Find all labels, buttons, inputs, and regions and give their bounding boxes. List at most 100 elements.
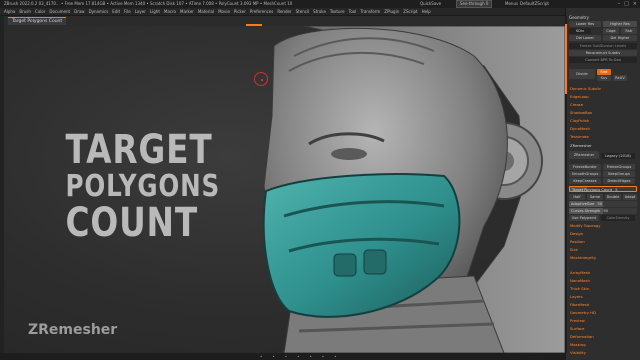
bottom-dot[interactable]: • [285, 353, 287, 360]
adaptive-size-slider[interactable]: AdaptiveSize 50 [569, 201, 637, 207]
menu-brush[interactable]: Brush [19, 8, 31, 15]
reconstruct-subdiv-button[interactable]: Reconstruct Subdiv [569, 50, 637, 56]
canvas-viewport[interactable]: TARGET POLYGONS COUNT ZRemesher [4, 26, 565, 353]
menu-movie[interactable]: Movie [218, 8, 230, 15]
cage-button[interactable]: Cage [603, 28, 619, 34]
menu-edit[interactable]: Edit [112, 8, 120, 15]
geometry-header[interactable]: Geometry [569, 15, 589, 20]
bottom-dot[interactable]: • [322, 353, 324, 360]
dynamic-subdiv-item[interactable]: Dynamic Subdiv [570, 86, 601, 91]
smooth-groups-button[interactable]: SmoothGroups [569, 171, 601, 177]
sdiv-slider[interactable]: SDiv [569, 28, 591, 34]
position-item[interactable]: Position [570, 239, 585, 244]
menu-dynamics[interactable]: Dynamics [89, 8, 109, 15]
zremesher-header[interactable]: ZRemesher [570, 143, 592, 148]
higher-res-button[interactable]: Higher Res [603, 21, 637, 27]
shadowbox-item[interactable]: ShadowBox [570, 110, 592, 115]
reuv-toggle[interactable]: ReUV [613, 75, 627, 81]
menu-texture[interactable]: Texture [330, 8, 345, 15]
double-button[interactable]: Double [605, 194, 621, 200]
title-line-1: TARGET [65, 127, 213, 173]
menu-transform[interactable]: Transform [360, 8, 380, 15]
close-icon[interactable]: × [633, 0, 637, 8]
menu-tool[interactable]: Tool [349, 8, 357, 15]
menu-alpha[interactable]: Alpha [4, 8, 15, 15]
menu-draw[interactable]: Draw [74, 8, 84, 15]
bottom-dot[interactable]: • [309, 353, 311, 360]
rstr-button[interactable]: Rstr [621, 28, 637, 34]
default-zscript-button[interactable]: DefaultZScript [520, 0, 549, 8]
menu-document[interactable]: Document [49, 8, 70, 15]
del-higher-button[interactable]: Del Higher [603, 35, 637, 41]
modify-topology-item[interactable]: Modify Topology [570, 223, 601, 228]
same-button[interactable]: Same [587, 194, 603, 200]
dynamesh-item[interactable]: DynaMesh [570, 126, 590, 131]
use-polypaint-button[interactable]: Use Polypaint [569, 215, 599, 221]
size-item[interactable]: Size [570, 247, 578, 252]
menu-color[interactable]: Color [35, 8, 45, 15]
del-lower-button[interactable]: Del Lower [569, 35, 601, 41]
detect-edges-button[interactable]: DetectEdges [603, 178, 635, 184]
surface-item[interactable]: Surface [570, 326, 584, 331]
adapt-button[interactable]: Adapt [623, 194, 637, 200]
menu-help[interactable]: Help [422, 8, 431, 15]
convert-bpr-button[interactable]: Convert BPR To Geo [569, 57, 637, 63]
bottom-dot[interactable]: • [297, 353, 299, 360]
menu-stencil[interactable]: Stencil [296, 8, 310, 15]
design-item[interactable]: Design [570, 231, 583, 236]
color-density-slider[interactable]: ColorDensity [601, 215, 635, 221]
freeze-border-button[interactable]: FreezeBorder [569, 164, 601, 170]
keep-groups-button[interactable]: KeepGroups [603, 171, 635, 177]
half-button[interactable]: Half [569, 194, 585, 200]
scrollbar-thumb[interactable] [565, 24, 567, 94]
menu-marker[interactable]: Marker [180, 8, 194, 15]
preview-item[interactable]: Preview [570, 318, 585, 323]
tessimate-item[interactable]: Tessimate [570, 134, 589, 139]
minimize-icon[interactable]: – [618, 0, 621, 8]
arraymesh-item[interactable]: ArrayMesh [570, 270, 590, 275]
menu-file[interactable]: File [124, 8, 131, 15]
layers-item[interactable]: Layers [570, 294, 583, 299]
menu-zplugin[interactable]: ZPlugin [384, 8, 399, 15]
bottom-dot[interactable]: • [272, 353, 274, 360]
deformation-item[interactable]: Deformation [570, 334, 594, 339]
menus-toggle[interactable]: Menus [505, 0, 518, 8]
masking-item[interactable]: Masking [570, 342, 586, 347]
freeze-subdiv-button[interactable]: Freeze SubDivision Levels [569, 43, 637, 49]
menu-stroke[interactable]: Stroke [313, 8, 326, 15]
lower-res-button[interactable]: Lower Res [569, 21, 601, 27]
quicksave-button[interactable]: QuickSave [420, 0, 441, 8]
claypolish-item[interactable]: ClayPolish [570, 118, 589, 123]
freeze-groups-button[interactable]: FreezeGroups [603, 164, 635, 170]
fibermesh-item[interactable]: FiberMesh [570, 302, 589, 307]
edgeloop-item[interactable]: EdgeLoop [570, 94, 589, 99]
curves-strength-slider[interactable]: Curves Strength 50 [569, 208, 637, 214]
bottom-dot[interactable]: • [334, 353, 336, 360]
palette-scrollbar[interactable] [565, 16, 567, 353]
brush-cursor-icon [254, 72, 268, 86]
mesh-integrity-item[interactable]: MeshIntegrity [570, 255, 596, 260]
keep-creases-button[interactable]: KeepCreases [569, 178, 601, 184]
menu-layer[interactable]: Layer [135, 8, 146, 15]
nanomesh-item[interactable]: NanoMesh [570, 278, 590, 283]
document-tab[interactable]: Target Polygons Count [8, 17, 67, 25]
menu-material[interactable]: Material [198, 8, 214, 15]
thick-skin-item[interactable]: Thick Skin [570, 286, 589, 291]
menu-zscript[interactable]: ZScript [403, 8, 417, 15]
divide-button[interactable]: Divide [569, 69, 595, 79]
zremesher-button[interactable]: ZRemesher [569, 151, 599, 159]
see-through-slider[interactable]: See-through 0 [456, 0, 493, 8]
maximize-icon[interactable]: □ [624, 0, 629, 8]
menu-light[interactable]: Light [150, 8, 160, 15]
menu-preferences[interactable]: Preferences [250, 8, 274, 15]
geometry-hd-item[interactable]: Geometry HD [570, 310, 596, 315]
target-polygons-count-slider[interactable]: Target Polygons Count 5 [569, 186, 637, 192]
visibility-item[interactable]: Visibility [570, 350, 586, 355]
menu-picker[interactable]: Picker [234, 8, 246, 15]
bottom-dot[interactable]: • [260, 353, 262, 360]
legacy-button[interactable]: Legacy (2018) [601, 153, 635, 159]
suv-toggle[interactable]: Suv [597, 75, 611, 81]
crease-item[interactable]: Crease [570, 102, 583, 107]
menu-render[interactable]: Render [277, 8, 291, 15]
menu-macro[interactable]: Macro [164, 8, 176, 15]
